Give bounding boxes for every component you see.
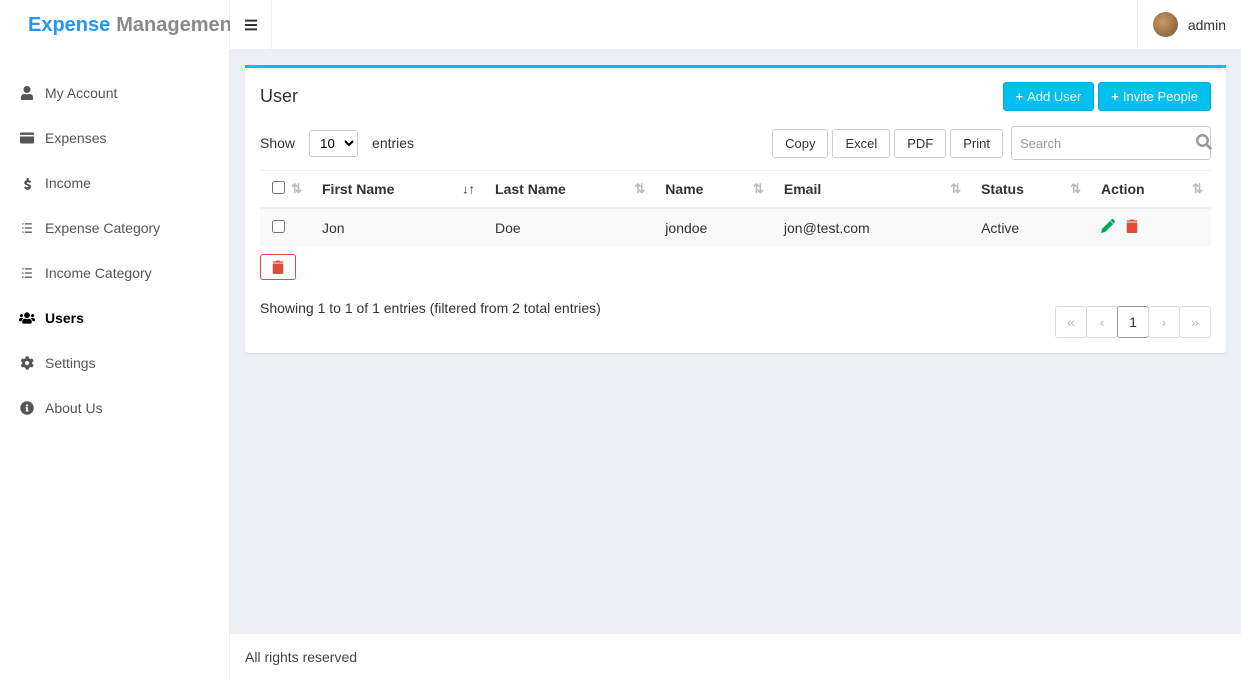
dollar-icon bbox=[15, 176, 39, 190]
th-last-name[interactable]: Last Name⇅ bbox=[483, 171, 653, 209]
sidebar-item-label: Income bbox=[45, 175, 91, 191]
search-icon bbox=[1196, 134, 1212, 153]
main-menu: My Account Expenses Income Expense Categ… bbox=[0, 70, 229, 430]
row-checkbox[interactable] bbox=[272, 220, 285, 233]
info-icon bbox=[15, 401, 39, 415]
username: admin bbox=[1188, 17, 1226, 33]
sort-icon: ⇅ bbox=[291, 181, 302, 197]
edit-button[interactable] bbox=[1101, 220, 1119, 236]
trash-icon bbox=[1125, 219, 1139, 233]
avatar bbox=[1153, 12, 1178, 37]
cell-email: jon@test.com bbox=[772, 208, 969, 246]
credit-card-icon bbox=[15, 131, 39, 145]
entries-select[interactable]: 10 bbox=[309, 130, 358, 157]
page-title: User bbox=[260, 86, 298, 107]
bars-icon bbox=[244, 18, 258, 32]
entries-label: entries bbox=[372, 135, 414, 151]
user-icon bbox=[15, 86, 39, 100]
cell-action bbox=[1089, 208, 1211, 246]
sidebar-item-users[interactable]: Users bbox=[0, 295, 229, 340]
sort-icon: ⇅ bbox=[753, 181, 764, 197]
sidebar-item-income[interactable]: Income bbox=[0, 160, 229, 205]
sidebar-item-settings[interactable]: Settings bbox=[0, 340, 229, 385]
pdf-button[interactable]: PDF bbox=[894, 129, 946, 158]
delete-button[interactable] bbox=[1125, 220, 1139, 236]
trash-icon bbox=[271, 260, 285, 274]
topbar: admin bbox=[230, 0, 1241, 50]
th-first-name[interactable]: First Name↓↑ bbox=[310, 171, 483, 209]
sort-asc-icon: ↓↑ bbox=[462, 182, 475, 197]
th-action[interactable]: Action⇅ bbox=[1089, 171, 1211, 209]
show-label: Show bbox=[260, 135, 295, 151]
sort-icon: ⇅ bbox=[950, 181, 961, 197]
sidebar-item-label: Income Category bbox=[45, 265, 152, 281]
excel-button[interactable]: Excel bbox=[832, 129, 890, 158]
th-name[interactable]: Name⇅ bbox=[653, 171, 772, 209]
sort-icon: ⇅ bbox=[1070, 181, 1081, 197]
sidebar-item-expense-category[interactable]: Expense Category bbox=[0, 205, 229, 250]
bulk-delete-button[interactable] bbox=[260, 254, 296, 280]
list-icon bbox=[15, 221, 39, 235]
print-button[interactable]: Print bbox=[950, 129, 1003, 158]
cell-last-name: Doe bbox=[483, 208, 653, 246]
sidebar: Expense Management My Account Expenses I… bbox=[0, 0, 230, 680]
cell-status: Active bbox=[969, 208, 1089, 246]
sidebar-item-my-account[interactable]: My Account bbox=[0, 70, 229, 115]
add-user-button[interactable]: + Add User bbox=[1003, 82, 1095, 111]
sidebar-item-about-us[interactable]: About Us bbox=[0, 385, 229, 430]
sidebar-item-label: Expenses bbox=[45, 130, 106, 146]
sidebar-item-label: My Account bbox=[45, 85, 117, 101]
sidebar-item-label: Settings bbox=[45, 355, 96, 371]
cell-name: jondoe bbox=[653, 208, 772, 246]
footer: All rights reserved bbox=[230, 633, 1241, 680]
th-status[interactable]: Status⇅ bbox=[969, 171, 1089, 209]
sort-icon: ⇅ bbox=[1192, 181, 1203, 197]
brand-logo: Expense Management bbox=[0, 0, 229, 50]
sidebar-item-income-category[interactable]: Income Category bbox=[0, 250, 229, 295]
sidebar-item-label: Expense Category bbox=[45, 220, 160, 236]
users-icon bbox=[15, 310, 39, 326]
copy-button[interactable]: Copy bbox=[772, 129, 828, 158]
plus-icon: + bbox=[1111, 89, 1119, 104]
cogs-icon bbox=[15, 356, 39, 370]
sidebar-item-label: About Us bbox=[45, 400, 103, 416]
invite-people-button[interactable]: + Invite People bbox=[1098, 82, 1211, 111]
th-checkbox[interactable]: ⇅ bbox=[260, 171, 310, 209]
select-all-checkbox[interactable] bbox=[272, 181, 285, 194]
user-menu[interactable]: admin bbox=[1137, 0, 1241, 49]
cell-first-name: Jon bbox=[310, 208, 483, 246]
list-icon bbox=[15, 266, 39, 280]
th-email[interactable]: Email⇅ bbox=[772, 171, 969, 209]
pencil-icon bbox=[1101, 219, 1115, 233]
plus-icon: + bbox=[1016, 89, 1024, 104]
sort-icon: ⇅ bbox=[634, 181, 645, 197]
page-last-button[interactable]: » bbox=[1179, 306, 1211, 338]
search-input[interactable] bbox=[1020, 136, 1196, 151]
sidebar-item-label: Users bbox=[45, 310, 84, 326]
user-panel: User + Add User + Invite People bbox=[245, 65, 1226, 353]
page-number-button[interactable]: 1 bbox=[1117, 306, 1149, 338]
footer-text: All rights reserved bbox=[245, 649, 357, 665]
sidebar-toggle-button[interactable] bbox=[230, 0, 272, 50]
table-row: Jon Doe jondoe jon@test.com Active bbox=[260, 208, 1211, 246]
page-first-button[interactable]: « bbox=[1055, 306, 1087, 338]
page-prev-button[interactable]: ‹ bbox=[1086, 306, 1118, 338]
sidebar-item-expenses[interactable]: Expenses bbox=[0, 115, 229, 160]
users-table: ⇅ First Name↓↑ Last Name⇅ Name⇅ Email⇅ S… bbox=[260, 170, 1211, 246]
page-next-button[interactable]: › bbox=[1148, 306, 1180, 338]
